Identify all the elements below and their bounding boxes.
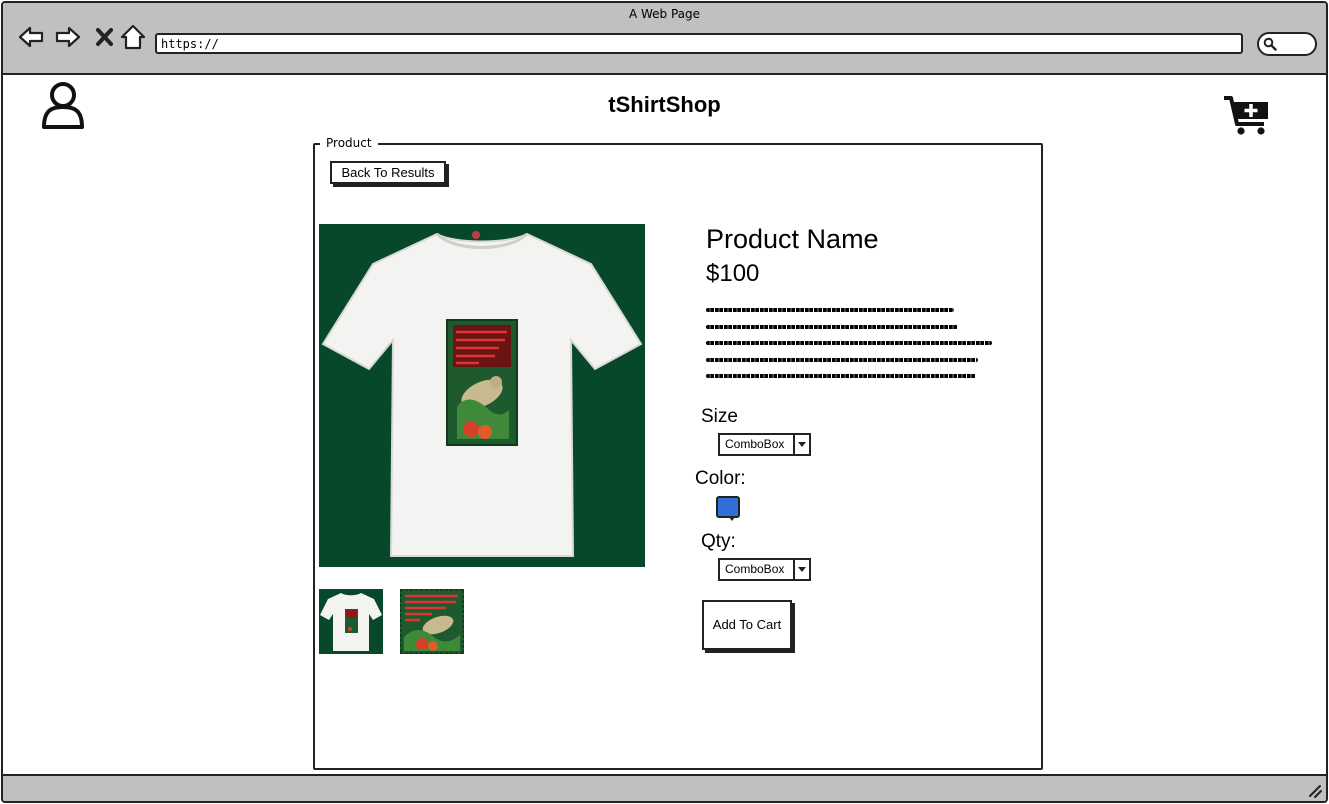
site-title: tShirtShop (608, 92, 721, 117)
design-thumbnail-image (400, 589, 464, 654)
description-line (706, 324, 958, 329)
chevron-down-icon (793, 560, 809, 579)
close-icon[interactable] (91, 23, 119, 51)
forward-arrow-icon[interactable] (54, 23, 82, 51)
back-arrow-icon[interactable] (17, 23, 45, 51)
qty-label: Qty: (701, 531, 736, 552)
search-icon (1263, 37, 1277, 51)
size-select[interactable]: ComboBox (718, 433, 811, 456)
size-label: Size (701, 406, 738, 427)
color-label: Color: (695, 468, 746, 489)
qty-select[interactable]: ComboBox (718, 558, 811, 581)
qty-select-value: ComboBox (725, 562, 785, 576)
home-icon[interactable] (119, 23, 147, 51)
status-bar (3, 774, 1326, 801)
color-picker[interactable] (716, 496, 740, 521)
description-line (706, 341, 992, 345)
tshirt-thumbnail-image (319, 589, 383, 654)
window-title: A Web Page (628, 7, 701, 21)
url-input[interactable] (155, 33, 1243, 54)
description-line (706, 374, 976, 378)
tshirt-image (319, 224, 645, 567)
back-to-results-button[interactable]: Back To Results (330, 161, 446, 184)
browser-toolbar: A Web Page (3, 3, 1326, 75)
product-price: $100 (706, 260, 760, 287)
product-description-placeholder (706, 308, 996, 391)
product-main-image (319, 224, 645, 567)
product-panel-label: Product (320, 135, 378, 151)
add-to-cart-button[interactable]: Add To Cart (702, 600, 792, 650)
thumbnail-design[interactable] (400, 589, 464, 654)
description-line (706, 357, 978, 362)
description-line (706, 308, 954, 312)
size-select-value: ComboBox (725, 437, 785, 451)
chevron-down-icon (793, 435, 809, 454)
resize-grip-icon[interactable] (1306, 782, 1322, 798)
product-name: Product Name (706, 224, 879, 254)
cart-add-icon[interactable] (1222, 94, 1272, 136)
browser-search-button[interactable] (1257, 32, 1317, 56)
thumbnail-tshirt[interactable] (319, 589, 383, 654)
